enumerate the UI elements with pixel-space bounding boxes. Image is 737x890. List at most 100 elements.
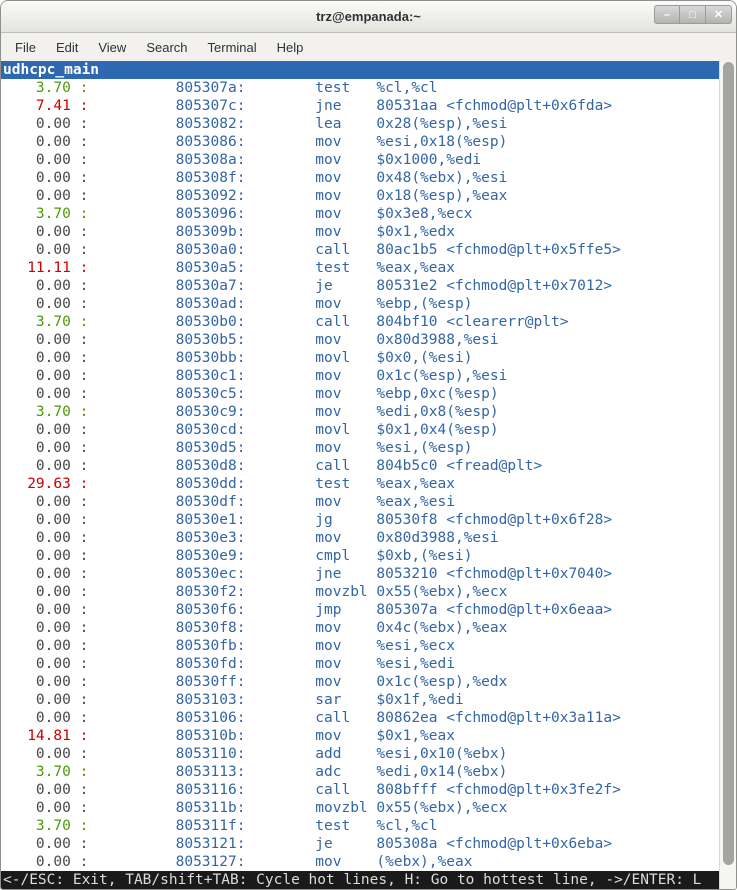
scrollbar[interactable] (719, 61, 736, 889)
sample-percent: 0.00 : (1, 566, 88, 582)
asm-row: 0.00 : 80530e1: jg 80530f8 <fchmod@plt+0… (1, 511, 719, 529)
sample-percent: 0.00 : (1, 494, 88, 510)
sample-percent: 0.00 : (1, 458, 88, 474)
asm-instruction: 80530b5: mov 0x80d3988,%esi (88, 332, 498, 348)
terminal-content: udhcpc_main 3.70 : 805307a: test %cl,%cl… (1, 61, 736, 889)
asm-instruction: 80530d8: call 804b5c0 <fread@plt> (88, 458, 542, 474)
perf-annotate-view: udhcpc_main 3.70 : 805307a: test %cl,%cl… (1, 61, 719, 889)
asm-listing: 3.70 : 805307a: test %cl,%cl 7.41 : 8053… (1, 79, 719, 871)
asm-row: 0.00 : 80530ff: mov 0x1c(%esp),%edx (1, 673, 719, 691)
asm-instruction: 80530f2: movzbl 0x55(%ebx),%ecx (88, 584, 507, 600)
asm-row: 0.00 : 80530fb: mov %esi,%ecx (1, 637, 719, 655)
sample-percent: 0.00 : (1, 188, 88, 204)
asm-instruction: 8053082: lea 0x28(%esp),%esi (88, 116, 507, 132)
asm-row: 0.00 : 80530fd: mov %esi,%edi (1, 655, 719, 673)
asm-instruction: 8053110: add %esi,0x10(%ebx) (88, 746, 507, 762)
asm-row: 3.70 : 8053096: mov $0x3e8,%ecx (1, 205, 719, 223)
asm-instruction: 80530a0: call 80ac1b5 <fchmod@plt+0x5ffe… (88, 242, 621, 258)
symbol-header: udhcpc_main (1, 61, 719, 79)
asm-instruction: 80530dd: test %eax,%eax (88, 476, 455, 492)
asm-instruction: 8053121: je 805308a <fchmod@plt+0x6eba> (88, 836, 612, 852)
sample-percent: 0.00 : (1, 386, 88, 402)
minimize-button[interactable]: – (654, 5, 680, 24)
asm-row: 0.00 : 8053092: mov 0x18(%esp),%eax (1, 187, 719, 205)
asm-instruction: 80530b0: call 804bf10 <clearerr@plt> (88, 314, 568, 330)
asm-row: 0.00 : 8053121: je 805308a <fchmod@plt+0… (1, 835, 719, 853)
asm-instruction: 80530c9: mov %edi,0x8(%esp) (88, 404, 498, 420)
asm-instruction: 805309b: mov $0x1,%edx (88, 224, 455, 240)
asm-row: 3.70 : 80530b0: call 804bf10 <clearerr@p… (1, 313, 719, 331)
asm-instruction: 80530fd: mov %esi,%edi (88, 656, 455, 672)
sample-percent: 29.63 : (1, 476, 88, 492)
asm-instruction: 80530f8: mov 0x4c(%ebx),%eax (88, 620, 507, 636)
asm-instruction: 805307c: jne 80531aa <fchmod@plt+0x6fda> (88, 98, 612, 114)
sample-percent: 0.00 : (1, 620, 88, 636)
asm-row: 0.00 : 8053127: mov (%ebx),%eax (1, 853, 719, 871)
asm-instruction: 8053106: call 80862ea <fchmod@plt+0x3a11… (88, 710, 621, 726)
asm-instruction: 80530ec: jne 8053210 <fchmod@plt+0x7040> (88, 566, 612, 582)
asm-row: 0.00 : 80530df: mov %eax,%esi (1, 493, 719, 511)
sample-percent: 0.00 : (1, 584, 88, 600)
menu-edit[interactable]: Edit (46, 33, 88, 61)
asm-instruction: 80530ff: mov 0x1c(%esp),%edx (88, 674, 507, 690)
sample-percent: 0.00 : (1, 638, 88, 654)
sample-percent: 0.00 : (1, 530, 88, 546)
minimize-icon: – (664, 9, 670, 21)
asm-row: 0.00 : 8053110: add %esi,0x10(%ebx) (1, 745, 719, 763)
titlebar[interactable]: trz@empanada:~ – □ ✕ (1, 1, 736, 33)
asm-instruction: 805307a: test %cl,%cl (88, 80, 437, 96)
menu-search[interactable]: Search (136, 33, 197, 61)
sample-percent: 3.70 : (1, 404, 88, 420)
sample-percent: 0.00 : (1, 782, 88, 798)
close-button[interactable]: ✕ (706, 5, 732, 24)
asm-instruction: 8053116: call 808bfff <fchmod@plt+0x3fe2… (88, 782, 621, 798)
asm-row: 14.81 : 805310b: mov $0x1,%eax (1, 727, 719, 745)
sample-percent: 0.00 : (1, 422, 88, 438)
asm-row: 0.00 : 80530d5: mov %esi,(%esp) (1, 439, 719, 457)
sample-percent: 7.41 : (1, 98, 88, 114)
sample-percent: 0.00 : (1, 152, 88, 168)
menubar: File Edit View Search Terminal Help (1, 33, 736, 61)
sample-percent: 0.00 : (1, 350, 88, 366)
menu-view[interactable]: View (88, 33, 136, 61)
asm-row: 0.00 : 80530c5: mov %ebp,0xc(%esp) (1, 385, 719, 403)
asm-row: 0.00 : 8053086: mov %esi,0x18(%esp) (1, 133, 719, 151)
menu-terminal[interactable]: Terminal (198, 33, 267, 61)
asm-instruction: 80530df: mov %eax,%esi (88, 494, 455, 510)
asm-row: 29.63 : 80530dd: test %eax,%eax (1, 475, 719, 493)
asm-row: 0.00 : 80530cd: movl $0x1,0x4(%esp) (1, 421, 719, 439)
sample-percent: 0.00 : (1, 692, 88, 708)
sample-percent: 0.00 : (1, 170, 88, 186)
asm-row: 3.70 : 80530c9: mov %edi,0x8(%esp) (1, 403, 719, 421)
asm-instruction: 805311f: test %cl,%cl (88, 818, 437, 834)
asm-row: 0.00 : 8053082: lea 0x28(%esp),%esi (1, 115, 719, 133)
sample-percent: 0.00 : (1, 836, 88, 852)
maximize-icon: □ (689, 9, 696, 21)
menu-file[interactable]: File (5, 33, 46, 61)
asm-row: 0.00 : 805311b: movzbl 0x55(%ebx),%ecx (1, 799, 719, 817)
asm-instruction: 8053086: mov %esi,0x18(%esp) (88, 134, 507, 150)
asm-row: 0.00 : 80530e9: cmpl $0xb,(%esi) (1, 547, 719, 565)
sample-percent: 3.70 : (1, 206, 88, 222)
sample-percent: 0.00 : (1, 332, 88, 348)
asm-instruction: 80530a5: test %eax,%eax (88, 260, 455, 276)
asm-row: 0.00 : 80530a7: je 80531e2 <fchmod@plt+0… (1, 277, 719, 295)
asm-row: 0.00 : 80530d8: call 804b5c0 <fread@plt> (1, 457, 719, 475)
asm-instruction: 805311b: movzbl 0x55(%ebx),%ecx (88, 800, 507, 816)
sample-percent: 0.00 : (1, 224, 88, 240)
asm-instruction: 80530e1: jg 80530f8 <fchmod@plt+0x6f28> (88, 512, 612, 528)
sample-percent: 0.00 : (1, 296, 88, 312)
sample-percent: 0.00 : (1, 674, 88, 690)
scrollbar-thumb[interactable] (723, 62, 734, 865)
sample-percent: 0.00 : (1, 440, 88, 456)
asm-row: 3.70 : 805307a: test %cl,%cl (1, 79, 719, 97)
asm-instruction: 80530e3: mov 0x80d3988,%esi (88, 530, 498, 546)
sample-percent: 3.70 : (1, 314, 88, 330)
asm-row: 11.11 : 80530a5: test %eax,%eax (1, 259, 719, 277)
menu-help[interactable]: Help (267, 33, 314, 61)
sample-percent: 0.00 : (1, 548, 88, 564)
window-controls: – □ ✕ (654, 5, 732, 24)
sample-percent: 0.00 : (1, 656, 88, 672)
maximize-button[interactable]: □ (680, 5, 706, 24)
sample-percent: 0.00 : (1, 368, 88, 384)
